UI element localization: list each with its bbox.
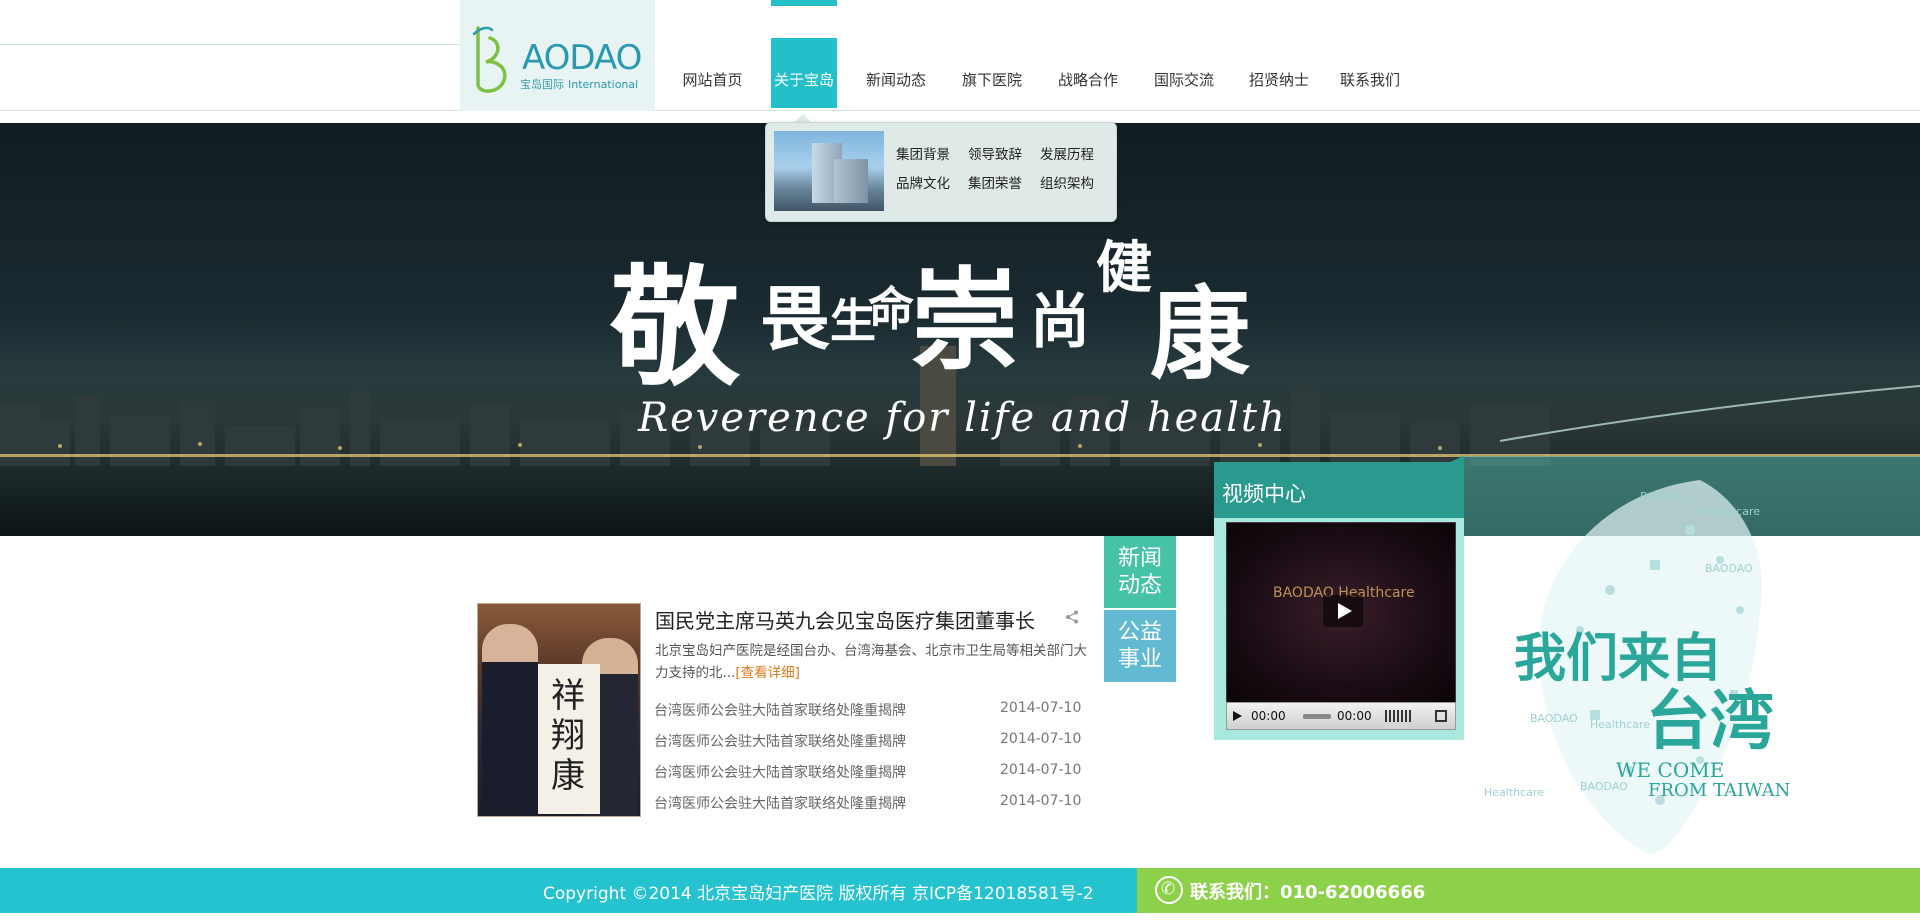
slogan-english: Reverence for life and health [638, 395, 1287, 441]
photo-person [482, 624, 538, 814]
nav-item-about[interactable]: 关于宝岛 [771, 38, 837, 108]
art-small-word: Healthcare [1700, 505, 1760, 518]
news-headline[interactable]: 国民党主席马英九会见宝岛医疗集团董事长 [655, 605, 1035, 634]
art-small-word: BAODAO [1705, 562, 1753, 575]
video-controls: 00:00 00:00 [1226, 702, 1456, 730]
news-item-title: 台湾医师公会驻大陆首家联络处隆重揭牌 [654, 765, 906, 781]
read-more-link[interactable]: [查看详细] [735, 665, 800, 681]
news-list-item[interactable]: 台湾医师公会驻大陆首家联络处隆重揭牌 2014-07-10 [654, 793, 1084, 813]
news-item-title: 台湾医师公会驻大陆首家联络处隆重揭牌 [654, 703, 906, 719]
we-come-from-taiwan-art: BAODAO Healthcare BAODAO BAODAO Healthca… [1470, 470, 1800, 860]
art-cn-line2: 台湾 [1646, 684, 1774, 759]
logo-sub-cn: 宝岛国际 [520, 78, 564, 91]
news-list-item[interactable]: 台湾医师公会驻大陆首家联络处隆重揭牌 2014-07-10 [654, 731, 1084, 751]
play-icon[interactable] [1233, 711, 1242, 721]
news-summary: 北京宝岛妇产医院是经国台办、台湾海基会、北京市卫生局等相关部门大力支持的北...… [655, 640, 1095, 684]
video-panel-corner [1450, 456, 1464, 462]
active-nav-indicator [771, 0, 837, 6]
about-dropdown-menu: 集团背景 领导致辞 发展历程 品牌文化 集团荣誉 组织架构 [765, 122, 1117, 222]
contact-phone[interactable]: 联系我们：010-62006666 [1190, 878, 1425, 904]
slogan-char: 命 [868, 282, 914, 336]
slogan-char: 畏 [760, 277, 830, 360]
news-item-date: 2014-07-10 [1000, 793, 1082, 809]
copyright-text: Copyright ©2014 北京宝岛妇产医院 版权所有 京ICP备12018… [543, 884, 1094, 904]
footer-bottom-strip [0, 913, 1920, 924]
header-divider-top [0, 44, 460, 45]
art-small-word: Healthcare [1484, 786, 1544, 799]
scroll-characters: 祥 翔 康 [548, 676, 588, 796]
news-item-title: 台湾医师公会驻大陆首家联络处隆重揭牌 [654, 796, 906, 812]
share-icon[interactable] [1064, 609, 1080, 625]
art-small-word: BAODAO [1530, 712, 1578, 725]
slogan-char: 尚 [1030, 287, 1090, 357]
site-header: AODAO 宝岛国际 International 网站首页 关于宝岛 新闻动态 旗… [0, 0, 1920, 112]
scroll-char: 康 [551, 756, 585, 796]
phone-icon [1155, 876, 1183, 904]
video-player-screen[interactable]: BAODAO Healthcare [1226, 522, 1456, 704]
nav-item-international[interactable]: 国际交流 [1151, 38, 1217, 108]
nav-item-hospitals[interactable]: 旗下医院 [959, 38, 1025, 108]
news-item-date: 2014-07-10 [1000, 762, 1082, 778]
volume-icon[interactable] [1385, 710, 1413, 722]
play-overlay-icon[interactable] [1323, 595, 1363, 627]
logo-subtitle: 宝岛国际 International [520, 76, 638, 92]
news-item-date: 2014-07-10 [1000, 700, 1082, 716]
dropdown-link-culture[interactable]: 品牌文化 [896, 172, 950, 192]
news-list-item[interactable]: 台湾医师公会驻大陆首家联络处隆重揭牌 2014-07-10 [654, 700, 1084, 720]
dropdown-link-history[interactable]: 发展历程 [1040, 143, 1094, 163]
tab-charity[interactable]: 公益 事业 [1104, 610, 1176, 682]
tab-news-line: 新闻 [1117, 546, 1162, 571]
news-item-title: 台湾医师公会驻大陆首家联络处隆重揭牌 [654, 734, 906, 750]
art-en-line1: WE COME [1616, 758, 1725, 782]
video-panel-header: 视频中心 [1214, 462, 1464, 518]
video-center-title: 视频中心 [1222, 482, 1306, 506]
scroll-char: 祥 [551, 676, 585, 716]
header-divider-bottom [0, 110, 1920, 111]
news-item-date: 2014-07-10 [1000, 731, 1082, 747]
tab-news-line: 动态 [1117, 573, 1162, 598]
art-small-word: BAODAO [1640, 490, 1688, 503]
logo-b-icon [472, 26, 507, 93]
tab-news[interactable]: 新闻 动态 [1104, 536, 1176, 608]
slogan-char: 康 [1150, 275, 1250, 393]
fullscreen-icon[interactable] [1435, 710, 1447, 722]
dropdown-link-background[interactable]: 集团背景 [896, 143, 950, 163]
dropdown-link-honors[interactable]: 集团荣誉 [968, 172, 1022, 192]
scroll-char: 翔 [551, 716, 585, 756]
art-en-line2: FROM TAIWAN [1648, 780, 1791, 801]
slogan-calligraphy: 敬 畏 生 命 崇 尚 健 康 [610, 223, 1290, 404]
nav-item-contact[interactable]: 联系我们 [1337, 38, 1403, 108]
news-summary-text: 北京宝岛妇产医院是经国台办、台湾海基会、北京市卫生局等相关部门大力支持的北... [655, 643, 1087, 681]
slogan-char: 崇 [910, 256, 1020, 385]
video-center-panel: 视频中心 BAODAO Healthcare 00:00 00:00 [1214, 456, 1464, 740]
logo-sub-en: International [568, 78, 639, 91]
site-logo[interactable]: AODAO 宝岛国际 International [460, 0, 655, 111]
art-small-word: Healthcare [1590, 718, 1650, 731]
news-feature-photo[interactable]: 祥 翔 康 [477, 603, 641, 817]
building-shape [834, 159, 868, 203]
nav-item-home[interactable]: 网站首页 [680, 38, 745, 108]
dropdown-building-image [774, 131, 884, 211]
nav-item-partners[interactable]: 战略合作 [1055, 38, 1121, 108]
tab-charity-line: 事业 [1117, 647, 1162, 672]
tab-charity-line: 公益 [1117, 620, 1162, 645]
nav-item-news[interactable]: 新闻动态 [863, 38, 929, 108]
logo-word: AODAO [522, 38, 642, 78]
slogan-char: 健 [1096, 235, 1152, 301]
dropdown-link-address[interactable]: 领导致辞 [968, 143, 1022, 163]
slogan-char: 敬 [610, 251, 741, 404]
nav-item-careers[interactable]: 招贤纳士 [1246, 38, 1312, 108]
dropdown-link-structure[interactable]: 组织架构 [1040, 172, 1094, 192]
news-list-item[interactable]: 台湾医师公会驻大陆首家联络处隆重揭牌 2014-07-10 [654, 762, 1084, 782]
video-seek-bar[interactable] [1303, 714, 1331, 719]
video-current-time: 00:00 [1251, 709, 1286, 723]
video-duration: 00:00 [1337, 709, 1372, 723]
